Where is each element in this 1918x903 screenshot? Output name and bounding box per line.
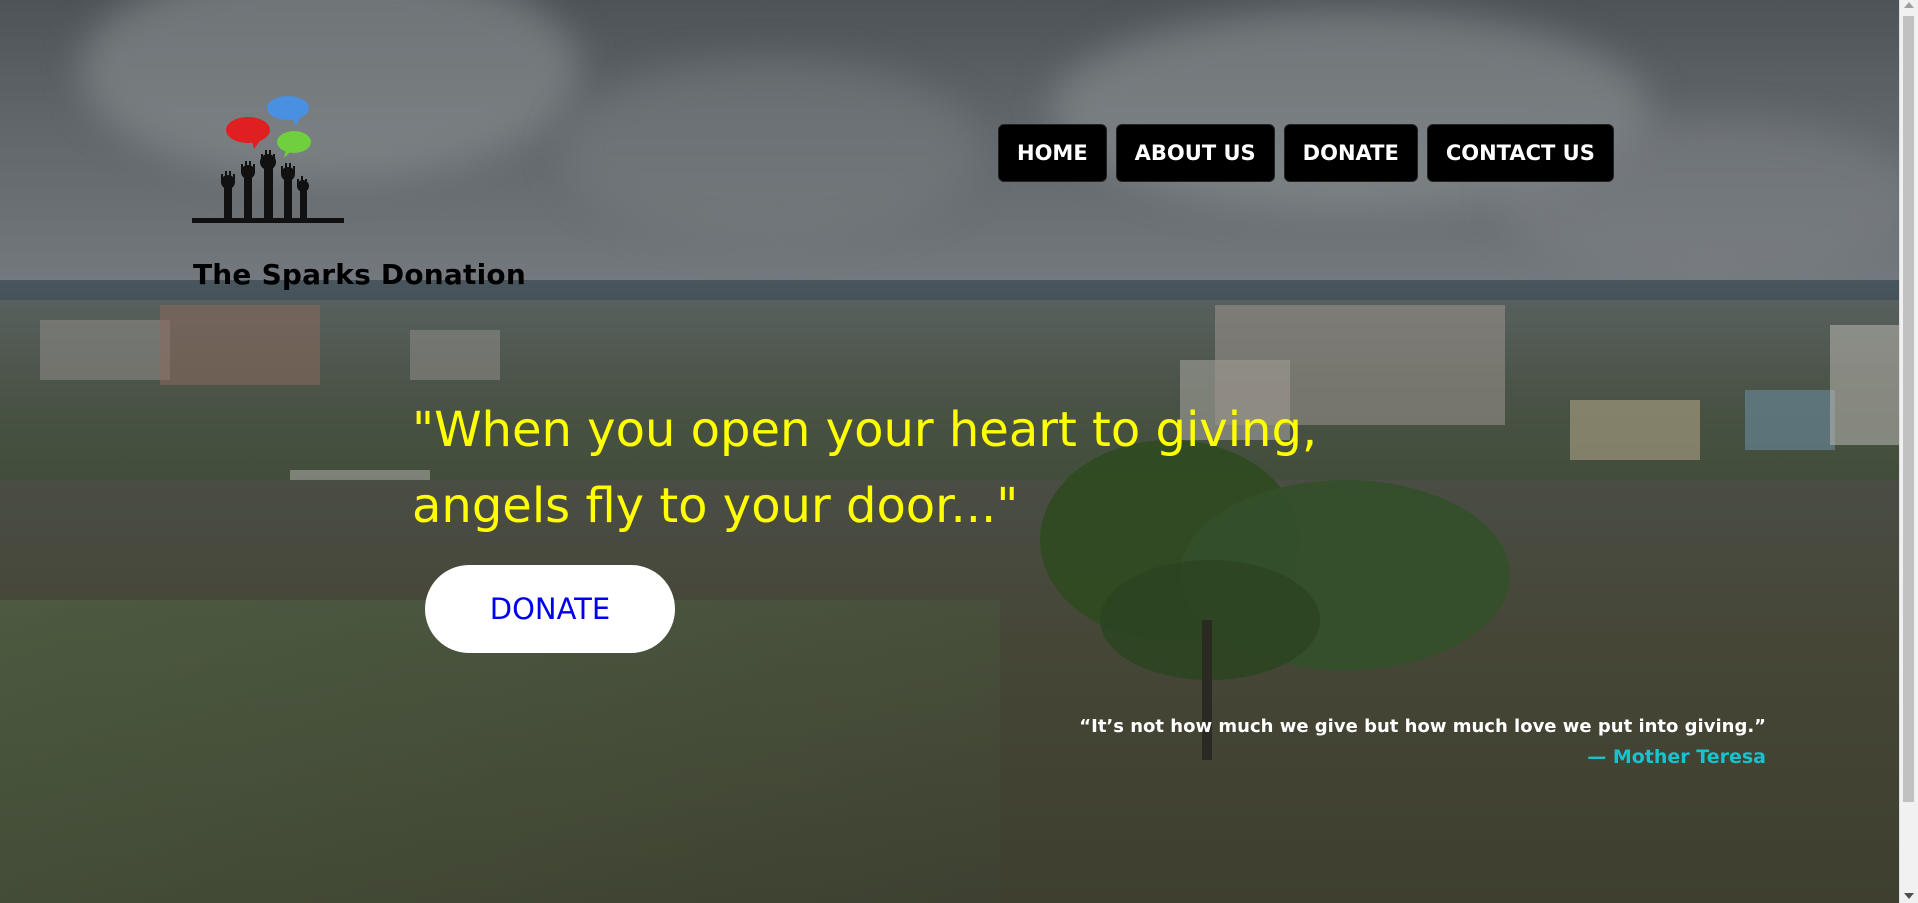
main-nav: HOME ABOUT US DONATE CONTACT US — [998, 124, 1614, 182]
vertical-scrollbar[interactable] — [1899, 0, 1918, 903]
nav-contact-us-button[interactable]: CONTACT US — [1426, 124, 1614, 182]
nav-donate-button[interactable]: DONATE — [1283, 124, 1418, 182]
hero-headline: "When you open your heart to giving, ang… — [412, 392, 1412, 544]
scroll-thumb[interactable] — [1903, 16, 1914, 802]
quote-block: “It’s not how much we give but how much … — [1079, 716, 1766, 768]
scroll-down-arrow-icon[interactable] — [1904, 893, 1914, 899]
hero-headline-line-2: angels fly to your door..." — [412, 478, 1019, 534]
nav-about-us-button[interactable]: ABOUT US — [1115, 124, 1275, 182]
logo-hands-speech-bubbles-icon[interactable] — [192, 94, 344, 226]
donate-cta-button[interactable]: DONATE — [425, 565, 675, 653]
nav-home-button[interactable]: HOME — [998, 124, 1107, 182]
hero-headline-line-1: "When you open your heart to giving, — [412, 402, 1318, 458]
quote-text: “It’s not how much we give but how much … — [1079, 716, 1766, 737]
quote-author: — Mother Teresa — [1587, 746, 1766, 768]
brand-name: The Sparks Donation — [193, 258, 526, 291]
scroll-up-arrow-icon[interactable] — [1904, 2, 1914, 8]
